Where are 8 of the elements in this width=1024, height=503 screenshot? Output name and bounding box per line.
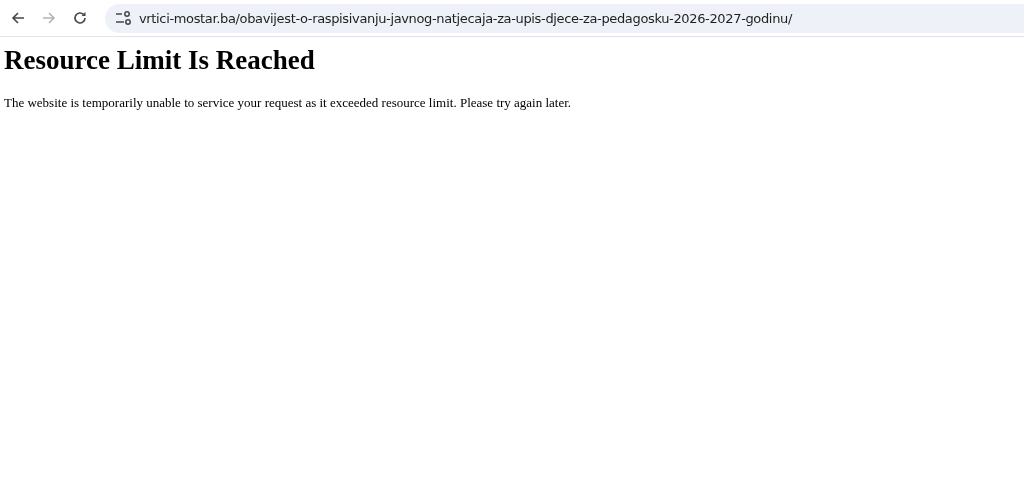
error-heading: Resource Limit Is Reached	[4, 45, 316, 76]
back-arrow-icon	[10, 10, 26, 26]
site-settings-icon	[115, 11, 131, 25]
forward-arrow-icon	[41, 10, 57, 26]
address-bar[interactable]: vrtici-mostar.ba/obavijest-o-raspisivanju-javnog-natjecaja-za-upis-djece-za-pedagosku-2026-2027-godinu/	[105, 3, 1024, 33]
url-text: vrtici-mostar.ba/obavijest-o-raspisivanju-javnog-natjecaja-za-upis-djece-za-pedagosku-2026-2027-godinu/	[139, 10, 792, 26]
error-message: The website is temporarily unable to service your request as it exceeded resource limit. Please try again later.	[4, 95, 573, 111]
reload-icon	[72, 10, 88, 26]
